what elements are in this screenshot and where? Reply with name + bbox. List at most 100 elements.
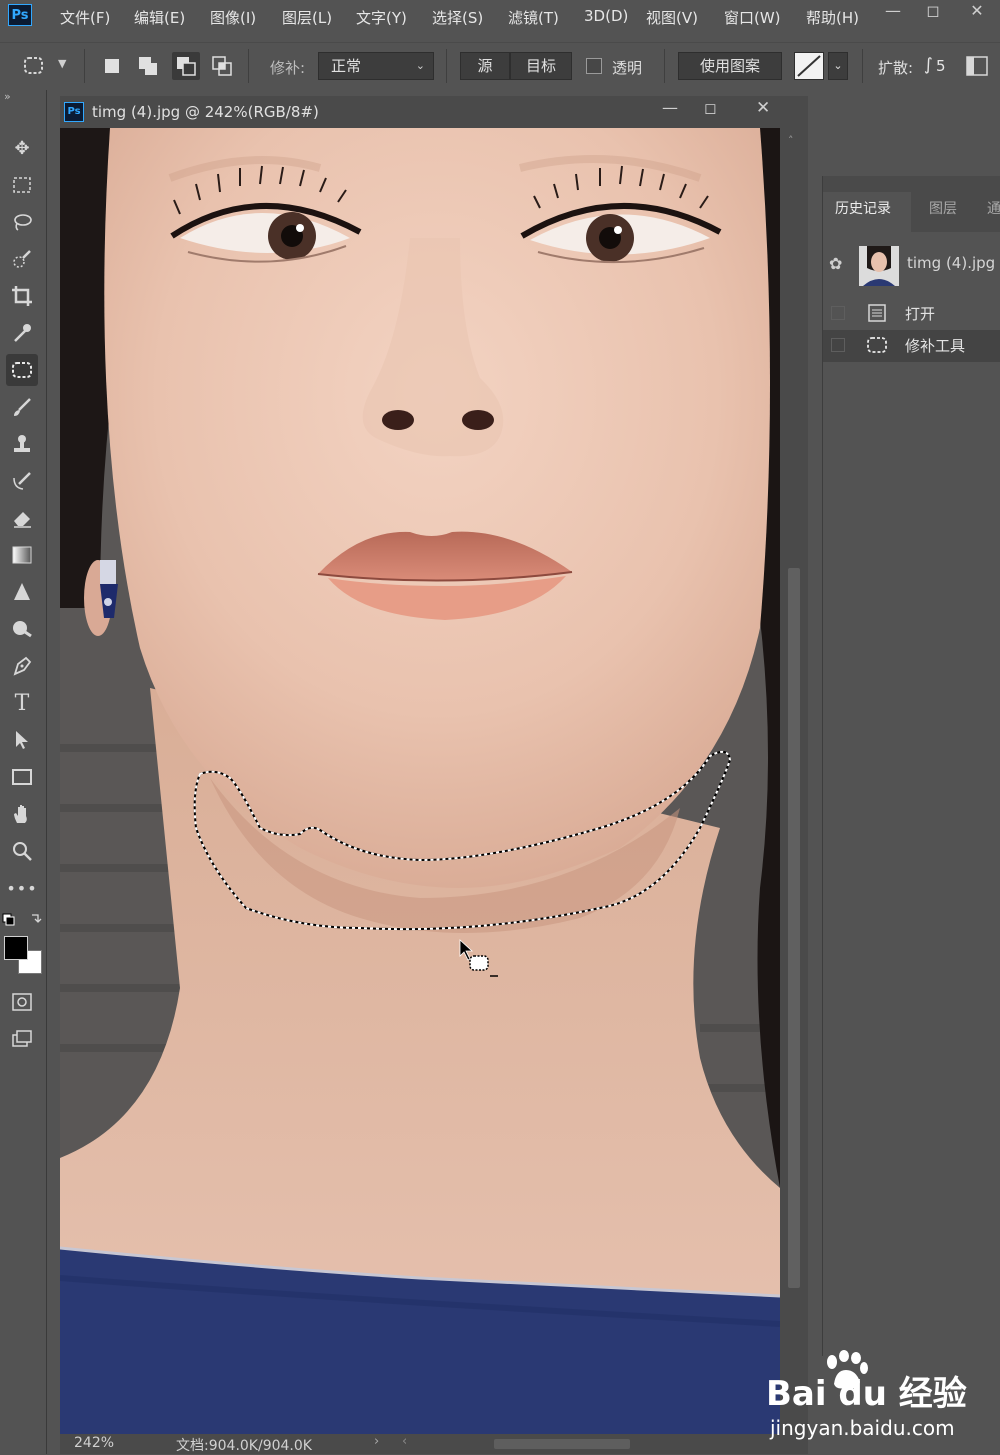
diffusion-slider-icon[interactable]: ∫: [924, 55, 933, 75]
vertical-scrollbar[interactable]: ˄: [780, 128, 808, 1434]
separator: [664, 49, 665, 83]
snapshot-thumbnail: [859, 246, 899, 286]
scroll-thumb[interactable]: [788, 568, 800, 1288]
document-icon: [867, 303, 887, 323]
crop-tool-icon[interactable]: [6, 280, 38, 312]
tab-layers[interactable]: 图层: [929, 198, 957, 218]
swap-colors-icon[interactable]: [2, 912, 42, 926]
clone-stamp-tool-icon[interactable]: [6, 428, 38, 460]
diffusion-label: 扩散:: [878, 59, 914, 77]
maximize-icon[interactable]: ◻: [918, 2, 948, 22]
menu-filter[interactable]: 滤镜(T): [508, 7, 559, 28]
move-tool-icon[interactable]: ✥: [6, 132, 38, 164]
add-selection-icon[interactable]: [138, 56, 158, 76]
document-title: timg (4).jpg @ 242%(RGB/8#): [92, 103, 319, 121]
document-tab[interactable]: Ps timg (4).jpg @ 242%(RGB/8#) — ◻ ✕: [60, 96, 808, 129]
separator: [84, 49, 85, 83]
use-pattern-button[interactable]: 使用图案: [678, 52, 782, 80]
type-tool-icon[interactable]: T: [6, 687, 38, 719]
menu-file[interactable]: 文件(F): [60, 7, 110, 28]
menu-image[interactable]: 图像(I): [210, 7, 256, 28]
document-size: 文档:904.0K/904.0K: [176, 1438, 312, 1454]
tab-history[interactable]: 历史记录: [835, 198, 891, 218]
history-state-patch[interactable]: 修补工具: [823, 330, 1000, 362]
screen-mode-icon[interactable]: [6, 1023, 38, 1055]
pattern-swatch[interactable]: [794, 52, 824, 80]
marquee-tool-icon[interactable]: [6, 169, 38, 201]
eraser-tool-icon[interactable]: [6, 502, 38, 534]
history-state-label: 修补工具: [905, 337, 966, 355]
intersect-selection-icon[interactable]: [212, 56, 232, 76]
tab-channels[interactable]: 通: [987, 198, 1000, 218]
patch-tool-icon: [865, 335, 889, 355]
source-button[interactable]: 源: [460, 52, 510, 80]
chevron-down-icon[interactable]: ⌄: [828, 52, 848, 80]
menu-window[interactable]: 窗口(W): [724, 7, 781, 28]
lasso-tool-icon[interactable]: [6, 206, 38, 238]
patch-tool-preset-icon[interactable]: [22, 55, 46, 77]
brush-tool-icon[interactable]: [6, 391, 38, 423]
zoom-tool-icon[interactable]: [6, 835, 38, 867]
doc-maximize-icon[interactable]: ◻: [704, 99, 716, 117]
pen-tool-icon[interactable]: [6, 650, 38, 682]
minimize-icon[interactable]: —: [878, 2, 908, 22]
blur-tool-icon[interactable]: [6, 576, 38, 608]
separator: [446, 49, 447, 83]
scroll-up-icon[interactable]: ˄: [788, 134, 794, 147]
menu-select[interactable]: 选择(S): [432, 7, 483, 28]
panel-toggle-icon[interactable]: [966, 56, 988, 76]
history-brush-source-icon[interactable]: ✿: [829, 254, 842, 273]
menu-type[interactable]: 文字(Y): [356, 7, 407, 28]
quick-mask-icon[interactable]: [6, 986, 38, 1018]
eyedropper-tool-icon[interactable]: [6, 317, 38, 349]
subtract-selection-icon[interactable]: [172, 52, 200, 80]
history-brush-tool-icon[interactable]: [6, 465, 38, 497]
status-menu-chevron-icon[interactable]: ›: [374, 1434, 379, 1449]
document-canvas[interactable]: [60, 128, 780, 1434]
history-state-label: 打开: [905, 305, 936, 323]
chevron-down-icon: ⌄: [415, 59, 425, 72]
patch-mode-select[interactable]: 正常 ⌄: [318, 52, 434, 80]
menu-3d[interactable]: 3D(D): [584, 7, 628, 25]
rectangle-tool-icon[interactable]: [6, 761, 38, 793]
portrait-photo: [60, 128, 780, 1434]
close-icon[interactable]: ✕: [962, 2, 992, 22]
target-button[interactable]: 目标: [510, 52, 572, 80]
horizontal-scroll-thumb[interactable]: [494, 1439, 630, 1449]
patch-tool-icon[interactable]: [6, 354, 38, 386]
history-source-checkbox[interactable]: [831, 306, 845, 320]
history-state-open[interactable]: 打开: [823, 298, 1000, 330]
collapse-chevron-icon[interactable]: »: [4, 90, 11, 103]
menu-bar: Ps 文件(F) 编辑(E) 图像(I) 图层(L) 文字(Y) 选择(S) 滤…: [0, 0, 1000, 34]
separator: [248, 49, 249, 83]
foreground-color-swatch[interactable]: [4, 936, 28, 960]
history-source-checkbox[interactable]: [831, 338, 845, 352]
menu-view[interactable]: 视图(V): [646, 7, 698, 28]
doc-minimize-icon[interactable]: —: [662, 98, 678, 117]
menu-edit[interactable]: 编辑(E): [134, 7, 185, 28]
transparent-checkbox[interactable]: [586, 58, 602, 74]
new-selection-icon[interactable]: [102, 56, 122, 76]
zoom-level[interactable]: 242%: [74, 1435, 114, 1451]
hand-tool-icon[interactable]: [6, 798, 38, 830]
more-tools-icon[interactable]: •••: [6, 872, 38, 904]
doc-close-icon[interactable]: ✕: [756, 98, 770, 118]
quick-selection-tool-icon[interactable]: [6, 243, 38, 275]
watermark-brand: Bai du 经验: [766, 1374, 967, 1414]
separator: [862, 49, 863, 83]
patch-mode-value: 正常: [331, 57, 362, 75]
dodge-tool-icon[interactable]: [6, 613, 38, 645]
scroll-left-icon[interactable]: ‹: [402, 1434, 407, 1449]
chevron-down-icon[interactable]: ▼: [58, 57, 66, 70]
tools-panel: » ✥ T •••: [0, 90, 47, 1454]
photoshop-logo: Ps: [8, 4, 32, 26]
path-selection-tool-icon[interactable]: [6, 724, 38, 756]
menu-help[interactable]: 帮助(H): [806, 7, 859, 28]
photoshop-doc-icon: Ps: [64, 102, 84, 122]
menu-layer[interactable]: 图层(L): [282, 7, 332, 28]
history-snapshot-row[interactable]: ✿ timg (4).jpg: [823, 242, 1000, 286]
options-bar: ▼ 修补: 正常 ⌄ 源 目标 透明 使用图案 ⌄ 扩散: ∫ 5: [0, 42, 1000, 89]
gradient-tool-icon[interactable]: [6, 539, 38, 571]
watermark-url: jingyan.baidu.com: [770, 1416, 955, 1440]
diffusion-value[interactable]: 5: [936, 57, 946, 75]
